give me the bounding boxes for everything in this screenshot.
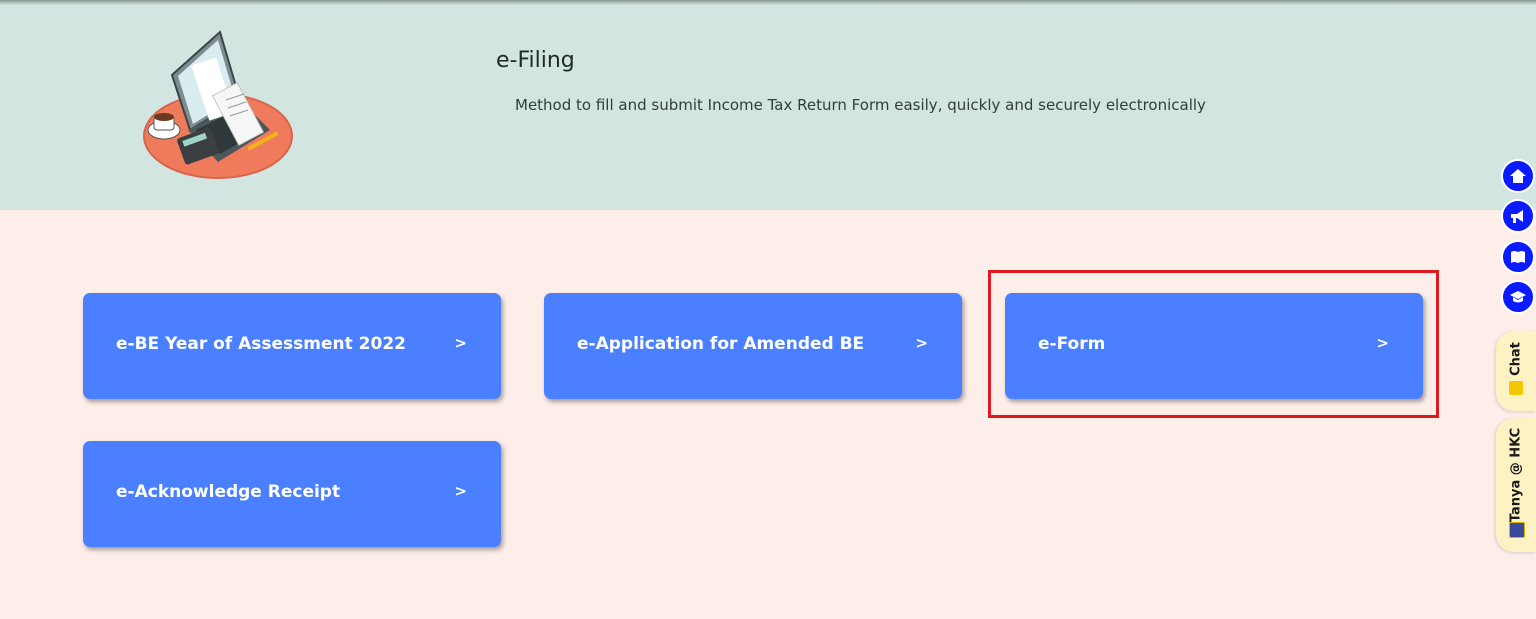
announcement-button[interactable] — [1501, 199, 1535, 233]
megaphone-icon — [1511, 210, 1523, 223]
education-button[interactable] — [1501, 280, 1535, 314]
page-subtitle: Method to fill and submit Income Tax Ret… — [515, 96, 1206, 114]
card-label: e-BE Year of Assessment 2022 — [116, 334, 406, 354]
tanya-hkc-label: Tanya @ HKC — [1508, 427, 1524, 523]
card-ebe-year-of-assessment[interactable]: e-BE Year of Assessment 2022 > — [83, 293, 501, 399]
page-title: e-Filing — [496, 48, 575, 73]
graduation-cap-icon — [1510, 291, 1526, 303]
chat-label: Chat — [1508, 342, 1524, 376]
home-button[interactable] — [1501, 159, 1535, 193]
highlight-annotation-box — [988, 270, 1439, 418]
card-label: e-Acknowledge Receipt — [116, 482, 341, 502]
home-icon — [1510, 169, 1526, 183]
card-eacknowledge-receipt[interactable]: e-Acknowledge Receipt > — [83, 441, 501, 547]
robot-icon — [1509, 522, 1525, 538]
chevron-right-icon: > — [454, 482, 467, 500]
card-eapplication-amended-be[interactable]: e-Application for Amended BE > — [544, 293, 962, 399]
chat-badge-icon — [1509, 381, 1523, 395]
chat-tab[interactable]: Chat — [1496, 331, 1536, 411]
top-shadow-bar — [0, 0, 1536, 5]
tax-illustration — [143, 30, 293, 179]
chevron-right-icon: > — [915, 334, 928, 352]
guide-button[interactable] — [1501, 240, 1535, 274]
card-label: e-Application for Amended BE — [577, 334, 865, 354]
tanya-hkc-tab[interactable]: Tanya @ HKC — [1496, 418, 1536, 552]
book-icon — [1511, 251, 1525, 263]
hero-banner: e-Filing Method to fill and submit Incom… — [0, 0, 1536, 210]
chevron-right-icon: > — [454, 334, 467, 352]
